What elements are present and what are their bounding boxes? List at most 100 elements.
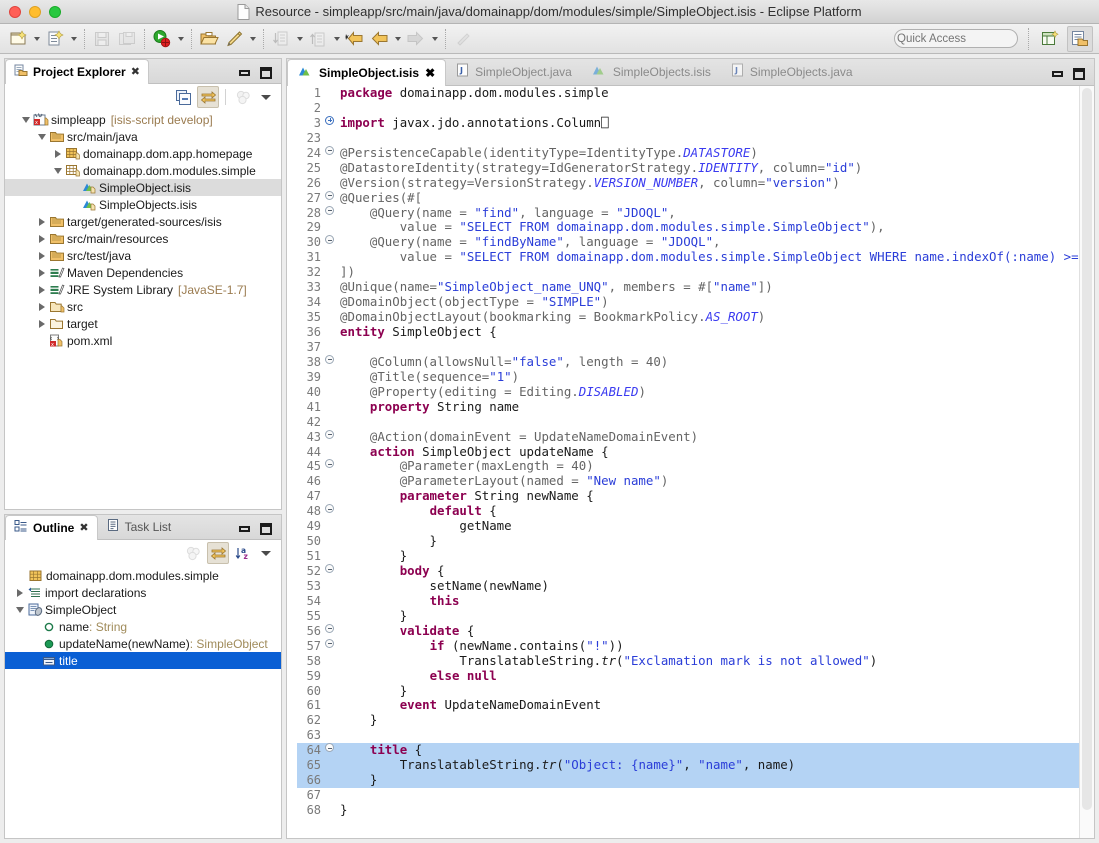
minimize-window-button[interactable] [29,5,41,18]
code-line[interactable]: 39 @Title(sequence="1") [297,369,1094,385]
editor-vertical-scrollbar[interactable] [1079,86,1094,838]
fold-collapse-icon[interactable] [325,638,335,648]
code-line[interactable]: 27 @Queries(#[ [297,190,1094,206]
close-icon[interactable]: ✖ [131,65,140,78]
fold-collapse-icon[interactable] [325,459,335,469]
fold-collapse-icon[interactable] [325,145,335,155]
link-with-editor-icon[interactable] [197,86,220,108]
code-line[interactable]: 45 @Parameter(maxLength = 40) [297,458,1094,475]
code-line[interactable]: 46 @ParameterLayout(named = "New name") [297,473,1094,490]
code-line[interactable]: 67 [297,788,1094,804]
open-perspective-icon[interactable] [1037,26,1063,52]
fold-toggle-icon[interactable] [323,235,337,245]
code-line[interactable]: 24 @PersistenceCapable(identityType=Ident… [297,145,1094,161]
editor-tab-simpleobjects-java[interactable]: J SimpleObjects.java [721,58,863,85]
tree-item-domainapp-dom-app-homepage[interactable]: domainapp.dom.app.homepage [5,145,281,162]
open-folder-icon[interactable] [197,27,221,51]
twisty-open-icon[interactable] [13,601,26,618]
fold-collapse-icon[interactable] [325,429,335,439]
code-line[interactable]: 2 [297,100,1094,116]
close-icon[interactable]: ✖ [79,521,88,534]
editor-marker-bar[interactable] [287,86,298,838]
view-menu-icon[interactable] [257,86,275,108]
code-line[interactable]: 35 @DomainObjectLayout(bookmarking = Book… [297,309,1094,326]
fold-toggle-icon[interactable] [323,459,337,469]
editor-tab-simpleobjects-isis[interactable]: SimpleObjects.isis [582,58,721,85]
code-editor[interactable]: 1 package domainapp.dom.modules.simple 2 3 i… [287,86,1094,838]
code-line[interactable]: 54 this [297,593,1094,609]
run-debug-icon[interactable] [150,27,174,51]
new-file-icon[interactable] [6,27,30,51]
code-line[interactable]: 52 body { [297,563,1094,579]
code-line[interactable]: 32]) [297,264,1094,281]
tree-item-simpleobjects-isis[interactable]: SimpleObjects.isis [5,196,281,213]
fold-toggle-icon[interactable] [323,429,337,439]
code-line[interactable]: 61 event UpdateNameDomainEvent [297,697,1094,714]
last-edit-icon[interactable] [342,27,366,51]
collapse-all-icon[interactable] [172,86,194,108]
back-arrow-icon[interactable] [367,27,391,51]
code-line[interactable]: 66 } [297,772,1094,789]
code-line[interactable]: 59 else null [297,668,1094,684]
fold-toggle-icon[interactable] [323,205,337,215]
tab-outline[interactable]: Outline ✖ [5,515,98,540]
twisty-closed-icon[interactable] [35,315,48,332]
fold-toggle-icon[interactable] [323,623,337,633]
resource-perspective-icon[interactable] [1067,25,1093,52]
code-line[interactable]: 3 import javax.jdo.annotations.Column⎕ [297,115,1094,131]
code-line[interactable]: 47 parameter String newName { [297,488,1094,505]
external-tools-dropdown-icon[interactable] [247,27,258,51]
code-line[interactable]: 38 @Column(allowsNull="false", length = … [297,354,1094,370]
fold-toggle-icon[interactable] [323,115,337,125]
code-line[interactable]: 51 } [297,548,1094,565]
tree-item-target[interactable]: target [5,315,281,332]
fold-collapse-icon[interactable] [325,743,335,753]
code-line[interactable]: 41 property String name [297,399,1094,415]
twisty-closed-icon[interactable] [35,230,48,247]
fold-collapse-icon[interactable] [325,190,335,200]
code-line[interactable]: 56 validate { [297,623,1094,639]
minimize-icon[interactable] [1052,71,1063,77]
fold-toggle-icon[interactable] [323,504,337,514]
new-element-icon[interactable] [43,27,67,51]
code-line[interactable]: 1 package domainapp.dom.modules.simple [297,86,1094,101]
twisty-closed-icon[interactable] [35,281,48,298]
code-line[interactable]: 62 } [297,712,1094,729]
tree-item-src[interactable]: src [5,298,281,315]
fold-toggle-icon[interactable] [323,564,337,573]
code-line[interactable]: 55 } [297,608,1094,624]
fold-toggle-icon[interactable] [323,743,337,753]
outline-item-simpleobject[interactable]: SimpleObject [5,601,281,618]
fold-toggle-icon[interactable] [323,190,337,200]
code-line[interactable]: 65 TranslatableString.tr("Object: {name}… [297,757,1094,774]
fold-collapse-icon[interactable] [325,564,335,573]
maximize-icon[interactable] [1073,68,1085,80]
code-line[interactable]: 68} [297,802,1094,818]
code-line[interactable]: 49 getName [297,518,1094,535]
editor-tab-simpleobject-isis[interactable]: SimpleObject.isis ✖ [287,59,447,86]
minimize-icon[interactable] [239,526,251,532]
fold-expand-icon[interactable] [325,115,335,125]
code-line[interactable]: 31 value = "SELECT FROM domainapp.dom.mo… [297,249,1094,266]
fold-toggle-icon[interactable] [323,638,337,648]
tree-item-simpleapp[interactable]: x simpleapp [isis-script develop] [5,111,281,128]
code-line[interactable]: 63 [297,728,1094,744]
twisty-closed-icon[interactable] [35,298,48,315]
code-line[interactable]: 36 entity SimpleObject { [297,324,1094,340]
tree-item-jre-system-library[interactable]: JRE System Library [JavaSE-1.7] [5,281,281,298]
code-line[interactable]: 37 [297,339,1094,355]
code-line[interactable]: 58 TranslatableString.tr("Exclamation ma… [297,653,1094,669]
pencil-icon[interactable] [222,27,246,51]
tab-task-list[interactable]: Task List [98,514,180,539]
tree-item-src-main-java[interactable]: src/main/java [5,128,281,145]
close-icon[interactable]: ✖ [425,66,435,80]
twisty-open-icon[interactable] [35,128,48,145]
fold-collapse-icon[interactable] [325,504,335,514]
twisty-closed-icon[interactable] [35,264,48,281]
maximize-icon[interactable] [260,67,273,79]
twisty-closed-icon[interactable] [35,213,48,230]
code-line[interactable]: 57 if (newName.contains("!")) [297,638,1094,654]
code-line[interactable]: 40 @Property(editing = Editing.DISABLED) [297,384,1094,400]
tree-item-src-main-resources[interactable]: src/main/resources [5,230,281,247]
fold-collapse-icon[interactable] [325,205,335,215]
